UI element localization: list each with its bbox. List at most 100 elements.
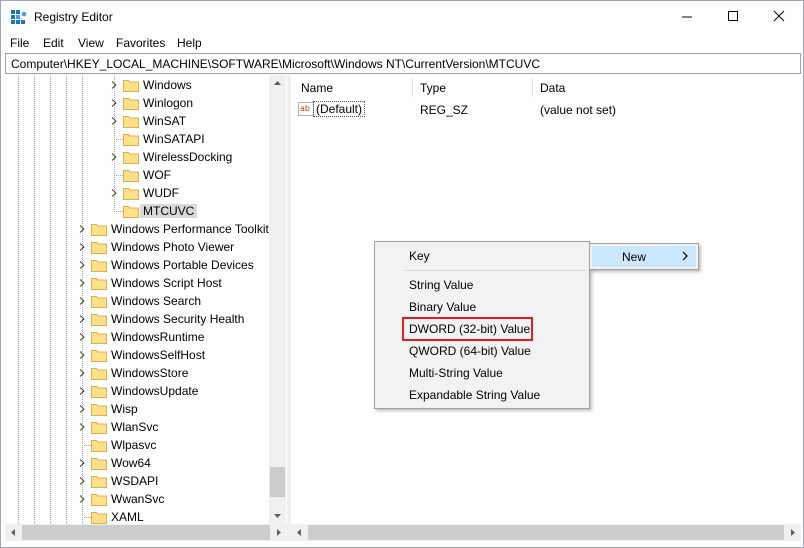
- tree-item[interactable]: Windows Search: [5, 292, 269, 310]
- folder-icon: [123, 188, 139, 200]
- value-name[interactable]: (Default): [313, 101, 366, 117]
- menu-item-key[interactable]: Key: [375, 245, 589, 267]
- column-separator[interactable]: [412, 77, 413, 97]
- chevron-right-icon[interactable]: [78, 351, 86, 359]
- tree-item[interactable]: Windows: [5, 76, 269, 94]
- chevron-right-icon[interactable]: [78, 315, 86, 323]
- list-hscroll-thumb[interactable]: [308, 525, 784, 540]
- tree-item[interactable]: Winlogon: [5, 94, 269, 112]
- menu-item-string-value[interactable]: String Value: [375, 274, 589, 296]
- tree-item[interactable]: Windows Script Host: [5, 274, 269, 292]
- column-header-data[interactable]: Data: [540, 75, 565, 99]
- key-tree[interactable]: Windows Winlogon WinSAT WinSATAPI WirelessDo…: [5, 75, 287, 524]
- chevron-right-icon[interactable]: [78, 225, 86, 233]
- folder-icon: [91, 386, 107, 398]
- maximize-button[interactable]: [710, 1, 756, 32]
- menu-item-qword-value[interactable]: QWORD (64-bit) Value: [375, 340, 589, 362]
- menu-item-multi-string-value[interactable]: Multi-String Value: [375, 362, 589, 384]
- chevron-right-icon[interactable]: [78, 261, 86, 269]
- chevron-right-icon[interactable]: [110, 189, 118, 197]
- folder-icon: [91, 440, 107, 452]
- column-header-name[interactable]: Name: [301, 75, 333, 99]
- value-row-default[interactable]: ab (Default) REG_SZ (value not set): [291, 100, 801, 118]
- chevron-right-icon[interactable]: [110, 153, 118, 161]
- tree-item[interactable]: WinSATAPI: [5, 130, 269, 148]
- tree-item-label: WindowsUpdate: [111, 384, 199, 398]
- tree-guide-line: [114, 139, 123, 140]
- tree-item[interactable]: WindowsUpdate: [5, 382, 269, 400]
- folder-icon: [123, 170, 139, 182]
- menu-favorites[interactable]: Favorites: [116, 36, 165, 50]
- scroll-right-icon[interactable]: [784, 524, 801, 541]
- tree-item[interactable]: Windows Portable Devices: [5, 256, 269, 274]
- column-header-type[interactable]: Type: [420, 75, 446, 99]
- chevron-right-icon[interactable]: [110, 99, 118, 107]
- chevron-right-icon[interactable]: [78, 423, 86, 431]
- tree-item[interactable]: MTCUVC: [5, 202, 269, 220]
- chevron-right-icon[interactable]: [78, 477, 86, 485]
- tree-item[interactable]: WirelessDocking: [5, 148, 269, 166]
- menu-separator: [405, 270, 587, 271]
- tree-item[interactable]: WindowsSelfHost: [5, 346, 269, 364]
- tree-item[interactable]: Windows Performance Toolkit: [5, 220, 269, 238]
- tree-item[interactable]: Wlpasvc: [5, 436, 269, 454]
- menu-help[interactable]: Help: [177, 36, 202, 50]
- folder-icon: [91, 278, 107, 290]
- scroll-right-icon[interactable]: [270, 524, 287, 541]
- chevron-right-icon[interactable]: [78, 459, 86, 467]
- column-separator[interactable]: [532, 77, 533, 97]
- tree-horizontal-scrollbar[interactable]: [5, 524, 287, 541]
- title-bar[interactable]: Registry Editor: [1, 1, 803, 32]
- tree-item[interactable]: XAML: [5, 508, 269, 524]
- chevron-right-icon[interactable]: [78, 369, 86, 377]
- tree-item[interactable]: Windows Security Health: [5, 310, 269, 328]
- chevron-right-icon[interactable]: [78, 333, 86, 341]
- scroll-down-icon[interactable]: [269, 507, 286, 524]
- chevron-right-icon[interactable]: [78, 279, 86, 287]
- tree-item[interactable]: WindowsRuntime: [5, 328, 269, 346]
- chevron-right-icon[interactable]: [78, 405, 86, 413]
- tree-item[interactable]: Wow64: [5, 454, 269, 472]
- tree-item-label: XAML: [111, 510, 144, 524]
- tree-item-label: Wisp: [111, 402, 138, 416]
- tree-item-label: WwanSvc: [111, 492, 165, 506]
- menu-item-label: Expandable String Value: [409, 388, 541, 402]
- minimize-button[interactable]: [664, 1, 710, 32]
- chevron-right-icon[interactable]: [78, 297, 86, 305]
- menu-item-binary-value[interactable]: Binary Value: [375, 296, 589, 318]
- tree-vertical-scrollbar[interactable]: [269, 75, 286, 524]
- folder-icon: [123, 98, 139, 110]
- chevron-right-icon[interactable]: [78, 243, 86, 251]
- tree-item[interactable]: WSDAPI: [5, 472, 269, 490]
- tree-item[interactable]: WUDF: [5, 184, 269, 202]
- tree-item[interactable]: WinSAT: [5, 112, 269, 130]
- menu-item-expandable-string-value[interactable]: Expandable String Value: [375, 384, 589, 406]
- chevron-right-icon[interactable]: [110, 81, 118, 89]
- tree-item-label: WirelessDocking: [143, 150, 233, 164]
- chevron-right-icon[interactable]: [110, 117, 118, 125]
- menu-edit[interactable]: Edit: [43, 36, 64, 50]
- folder-icon: [91, 296, 107, 308]
- tree-item-label: Wlpasvc: [111, 438, 157, 452]
- scroll-left-icon[interactable]: [291, 524, 308, 541]
- list-horizontal-scrollbar[interactable]: [291, 524, 801, 541]
- tree-item-label: Windows Script Host: [111, 276, 222, 290]
- tree-item[interactable]: WindowsStore: [5, 364, 269, 382]
- tree-hscroll-thumb[interactable]: [22, 525, 270, 540]
- tree-item[interactable]: WOF: [5, 166, 269, 184]
- tree-scroll-thumb[interactable]: [270, 467, 285, 497]
- tree-item[interactable]: WwanSvc: [5, 490, 269, 508]
- tree-item[interactable]: Windows Photo Viewer: [5, 238, 269, 256]
- folder-icon: [123, 134, 139, 146]
- close-button[interactable]: [756, 1, 802, 32]
- tree-item[interactable]: Wisp: [5, 400, 269, 418]
- menu-file[interactable]: File: [10, 36, 29, 50]
- folder-icon: [91, 350, 107, 362]
- address-bar[interactable]: Computer\HKEY_LOCAL_MACHINE\SOFTWARE\Mic…: [5, 53, 801, 74]
- scroll-left-icon[interactable]: [5, 524, 22, 541]
- menu-view[interactable]: View: [78, 36, 104, 50]
- chevron-right-icon[interactable]: [78, 387, 86, 395]
- tree-item[interactable]: WlanSvc: [5, 418, 269, 436]
- chevron-right-icon[interactable]: [78, 495, 86, 503]
- scroll-up-icon[interactable]: [269, 75, 286, 92]
